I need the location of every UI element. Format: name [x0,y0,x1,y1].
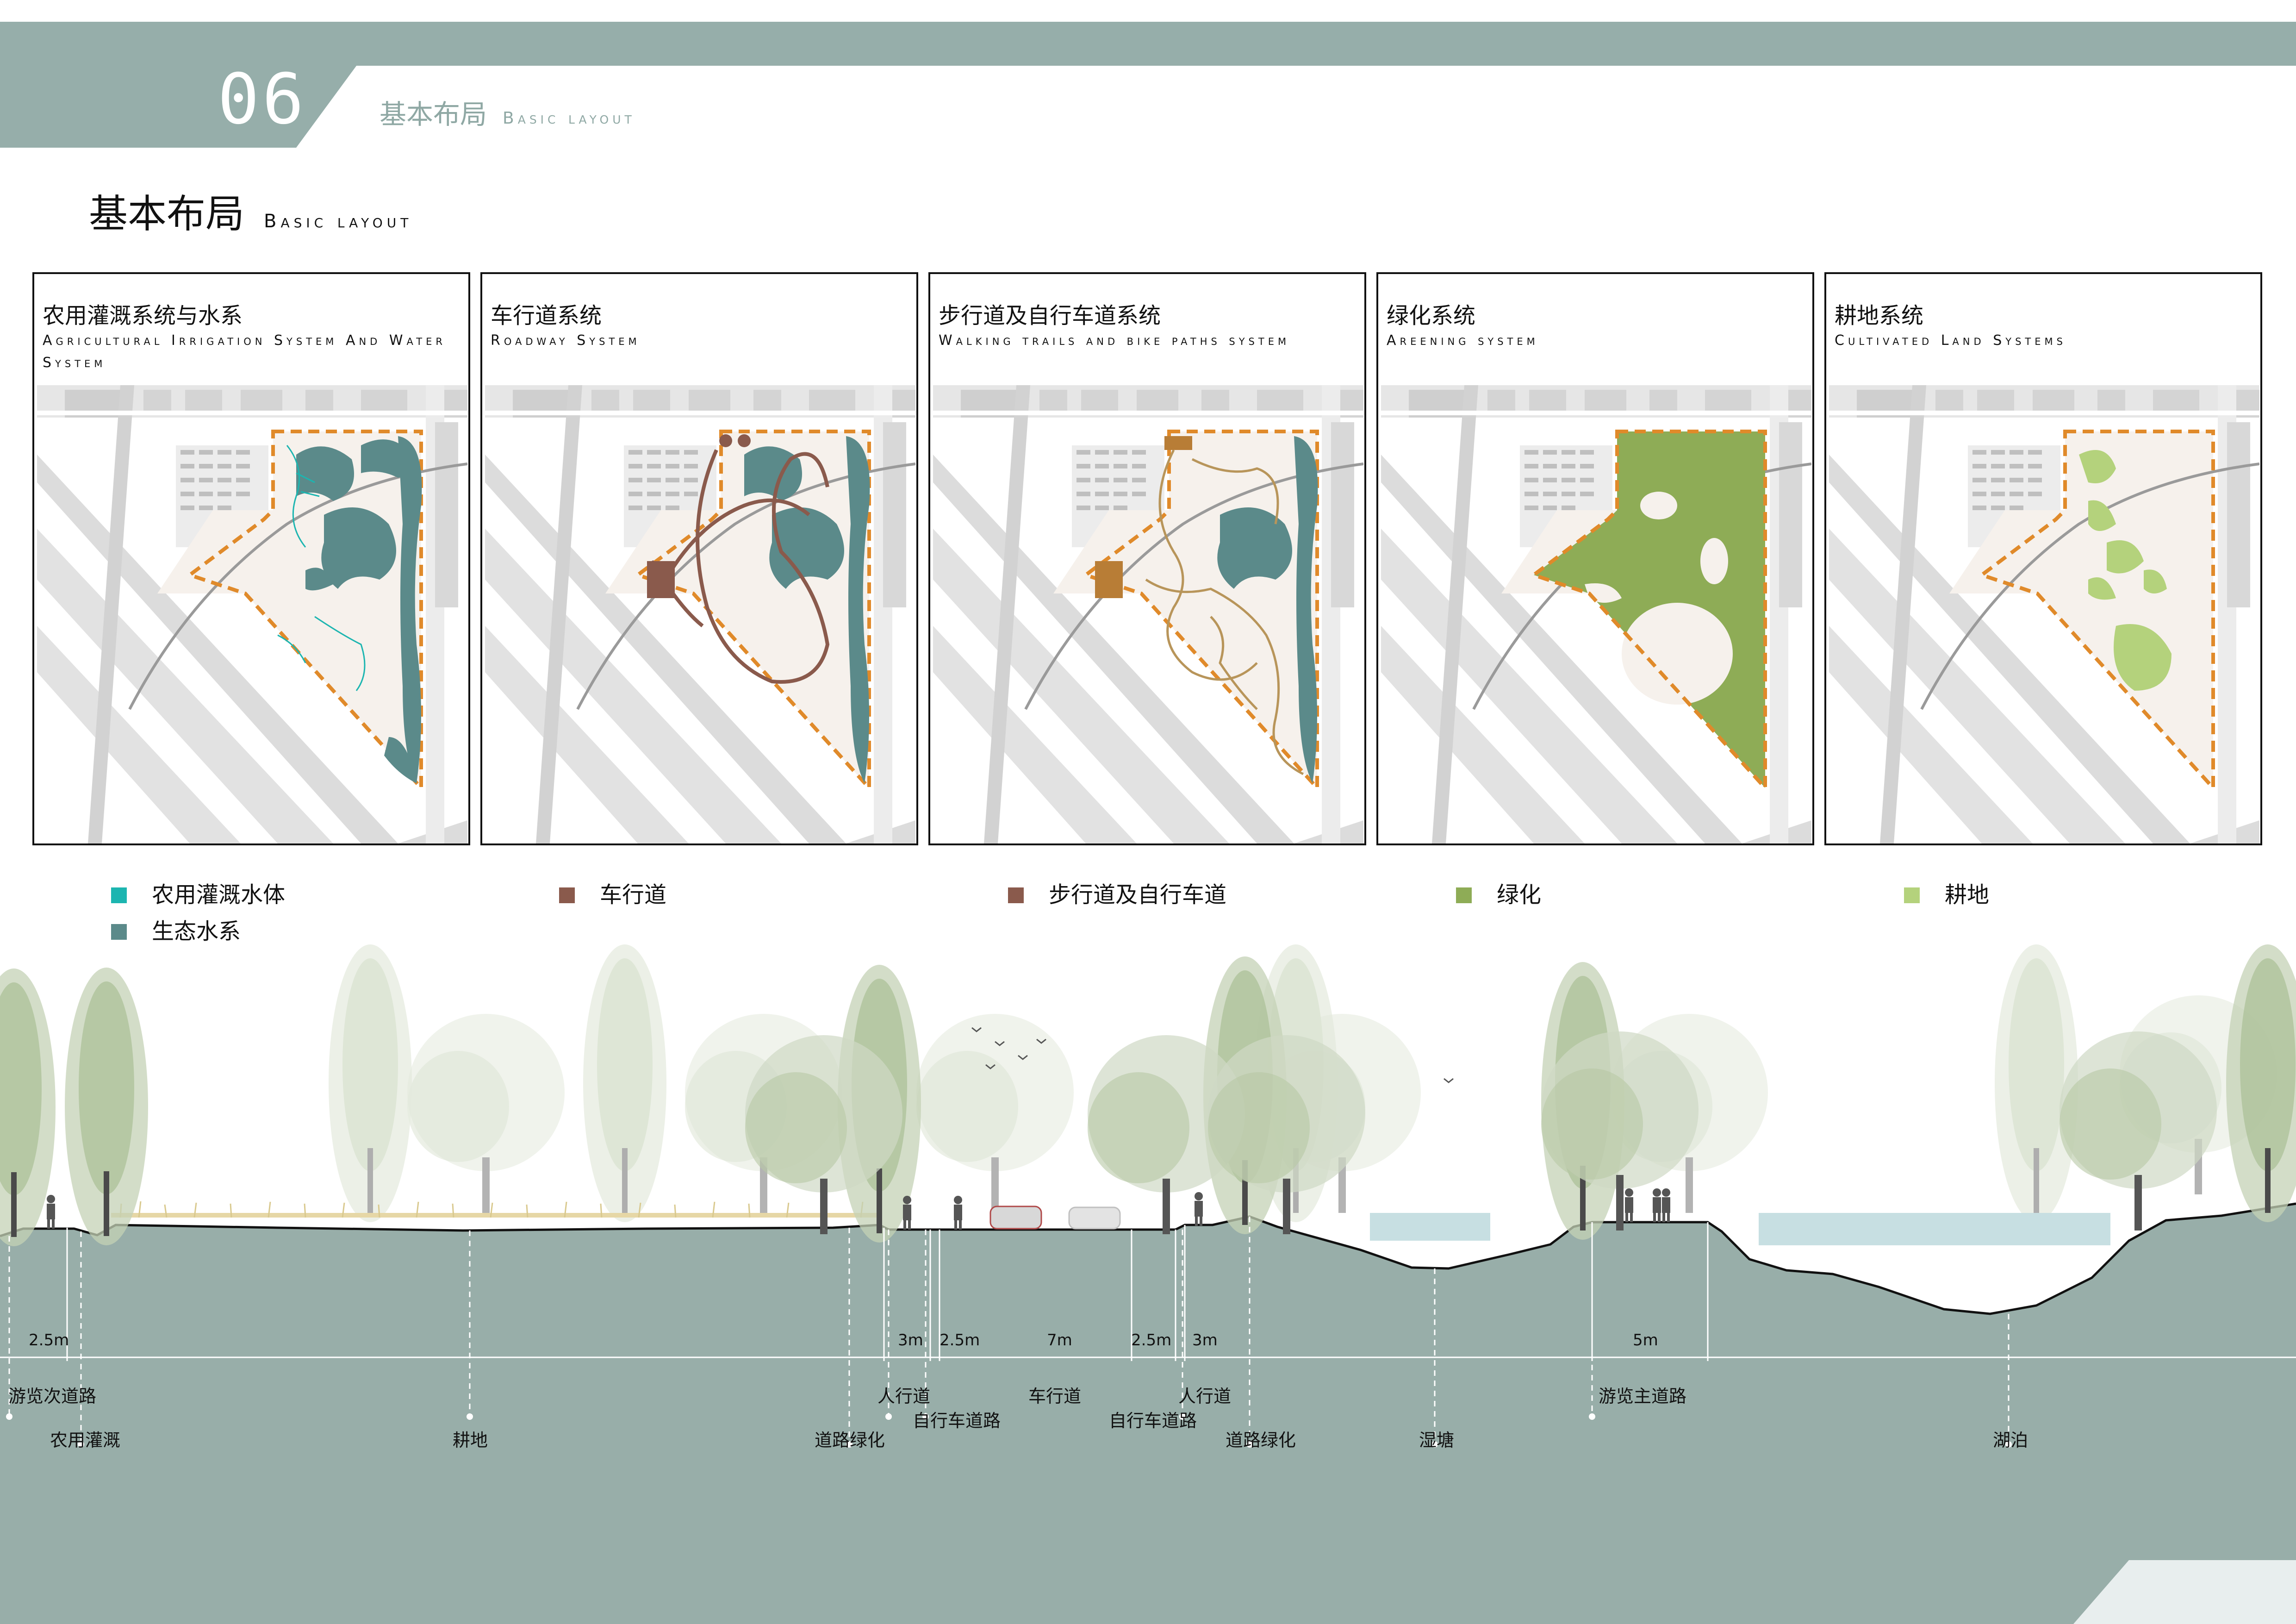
panel-title: 耕地系统 [1835,303,1924,329]
dim-label: 2.5m [29,1331,69,1349]
panel-title: 农用灌溉系统与水系 [43,303,243,329]
legend-label: 生态水系 [152,918,241,944]
cross-section-drawing [0,944,2296,1624]
dim-label: 3m [1192,1331,1218,1349]
section-label: 游览次道路 [8,1386,97,1406]
section-label: 湖泊 [1993,1430,2028,1450]
section-label: 车行道 [1028,1386,1082,1406]
legend-swatch [1456,887,1472,903]
irrigation-water-map [37,385,467,843]
legend-label: 耕地 [1945,882,1990,908]
section-label: 农用灌溉 [50,1430,121,1450]
greening-map [1381,385,1811,843]
panel-title: 步行道及自行车道系统 [939,303,1161,329]
walking-bike-map [933,385,1363,843]
legend-label: 步行道及自行车道 [1049,882,1227,908]
panel-subtitle: Cultivated Land Systems [1835,332,2066,349]
section-label: 自行车道路 [1109,1411,1197,1431]
dim-label: 2.5m [940,1331,980,1349]
cultivated-map [1829,385,2259,843]
legend-swatch [1904,887,1920,903]
legend-swatch [111,924,127,940]
panel-subtitle: Walking trails and bike paths system [939,332,1290,349]
section-title-en: Basic layout [503,109,635,128]
section-label: 自行车道路 [913,1411,1001,1431]
section-label: 道路绿化 [815,1430,885,1450]
legend-swatch [1008,887,1024,903]
section-label: 道路绿化 [1226,1430,1296,1450]
dim-label: 2.5m [1131,1331,1172,1349]
panel-subtitle: Roadway System [491,332,641,349]
legend-item-cultivated: 耕地 [1904,876,1989,909]
panel-walking-bike: 步行道及自行车道系统 Walking trails and bike paths… [928,272,1366,845]
panel-subtitle: Agricultural Irrigation System And Water… [43,332,446,371]
legend-swatch [111,887,127,903]
panel-title: 车行道系统 [491,303,602,329]
legend-label: 绿化 [1497,882,1542,908]
panel-cultivated: 耕地系统 Cultivated Land Systems [1824,272,2262,845]
panel-title: 绿化系统 [1387,303,1476,329]
section-number-block [0,22,389,148]
section-label: 游览主道路 [1599,1386,1687,1406]
panel-subtitle: Areening system [1387,332,1539,349]
legend-item-irrigation: 农用灌溉水体 [111,876,285,909]
panel-greening: 绿化系统 Areening system [1376,272,1814,845]
section-title-cn: 基本布局 [380,99,487,130]
legend-item-walk-bike: 步行道及自行车道 [1008,876,1226,909]
dim-label: 7m [1047,1331,1072,1349]
section-number: 06 [218,59,307,140]
legend-label: 车行道 [600,882,667,908]
page-title: 基本布局 Basic layout [89,183,412,239]
section-label: 人行道 [877,1386,931,1406]
panel-irrigation-water: 农用灌溉系统与水系 Agricultural Irrigation System… [32,272,470,845]
legend-item-greening: 绿化 [1456,876,1541,909]
page-title-cn: 基本布局 [89,191,245,237]
legend-swatch [559,887,575,903]
section-label: 人行道 [1178,1386,1232,1406]
panel-roadway: 车行道系统 Roadway System [480,272,918,845]
section-label: 耕地 [453,1430,488,1450]
section-label: 湿塘 [1419,1430,1455,1450]
legend-label: 农用灌溉水体 [152,882,286,908]
dim-label: 3m [898,1331,923,1349]
roadway-map [485,385,915,843]
legend-item-roadway: 车行道 [559,876,666,909]
section-title: 基本布局 Basic layout [380,93,635,131]
legend-item-eco-water: 生态水系 [111,913,241,945]
dim-label: 5m [1633,1331,1658,1349]
page-title-en: Basic layout [264,211,413,232]
